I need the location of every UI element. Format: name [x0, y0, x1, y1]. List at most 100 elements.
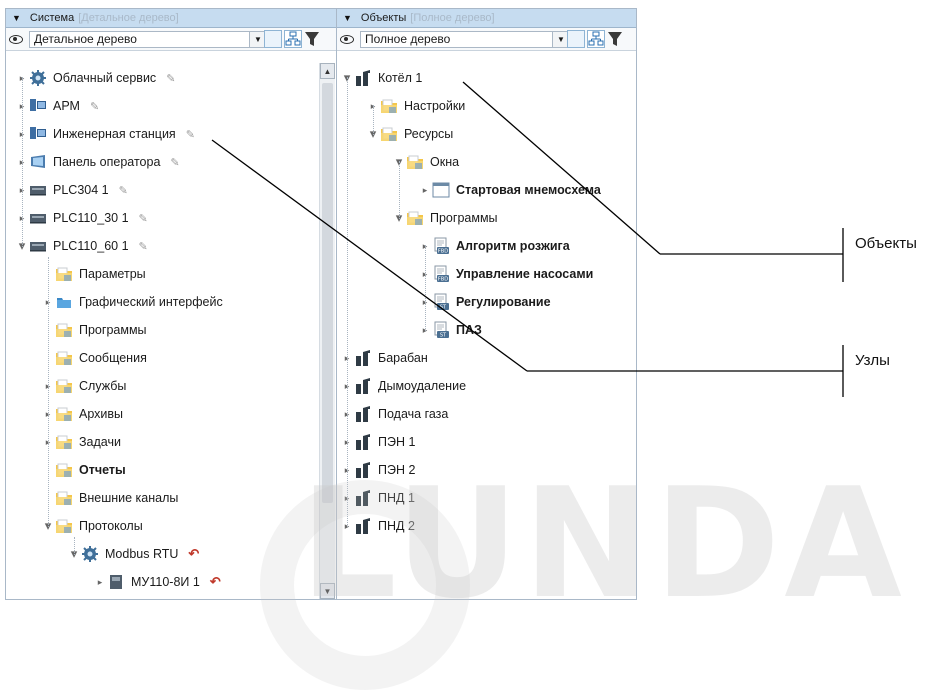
tree-node[interactable]: ▾ Программы	[393, 207, 498, 229]
collapse-triangle-icon[interactable]: ▼	[12, 13, 21, 23]
tree-node-label: Графический интерфейс	[79, 295, 223, 309]
pin-icon[interactable]: ✎	[170, 156, 179, 169]
tree-guide-line	[373, 105, 374, 135]
tree-node[interactable]: Параметры	[42, 263, 146, 285]
hierarchy-view-icon[interactable]	[284, 30, 302, 48]
pin-icon[interactable]: ✎	[186, 128, 195, 141]
tree-node[interactable]: ▾ Ресурсы	[367, 123, 453, 145]
pin-icon[interactable]: ✎	[90, 100, 99, 113]
tree-guide-line	[74, 537, 75, 555]
fbd-program-icon: FBD	[432, 237, 450, 255]
io-module-icon	[107, 573, 125, 591]
operator-panel-icon	[29, 153, 47, 171]
plant-object-icon	[354, 433, 372, 451]
pin-icon[interactable]: ✎	[139, 212, 148, 225]
tree-node[interactable]: ▸ Стартовая мнемосхема	[419, 179, 601, 201]
tree-node-label: Панель оператора	[53, 155, 161, 169]
filter-icon[interactable]	[304, 30, 322, 48]
tree-node[interactable]: ▸ Задачи	[42, 431, 121, 453]
tree-node[interactable]: ▸ FBD Алгоритм розжига	[419, 235, 570, 257]
tree-node[interactable]: ▸ Архивы	[42, 403, 123, 425]
objects-panel-title-bar[interactable]: ▼ Объекты [Полное дерево]	[337, 9, 636, 28]
tree-node-label: Подача газа	[378, 407, 449, 421]
tree-node[interactable]: ▸ МУ110-8И 1 ↶	[94, 571, 221, 593]
st-program-icon: ST	[432, 321, 450, 339]
undo-arrow-icon[interactable]: ↶	[210, 574, 221, 590]
system-panel-toolbar: Детальное дерево ▼	[6, 28, 337, 51]
engineering-station-icon	[29, 125, 47, 143]
tree-node[interactable]: ▾ Котёл 1	[341, 67, 422, 89]
tree-node[interactable]: ▸ Службы	[42, 375, 126, 397]
workstation-icon	[29, 97, 47, 115]
tree-node[interactable]: ▸ Подача газа	[341, 403, 448, 425]
tree-node[interactable]: ▸ Облачный сервис ✎	[16, 67, 175, 89]
nodes-callout-label: Узлы	[855, 352, 890, 369]
system-panel: ▼ Система [Детальное дерево] Детальное д…	[5, 8, 338, 600]
folder-windows-icon	[406, 153, 424, 171]
tree-node[interactable]: ▸ FBD Управление насосами	[419, 263, 593, 285]
tree-node[interactable]: ▸ Дымоудаление	[341, 375, 466, 397]
tree-node-label: Сообщения	[79, 351, 147, 365]
tree-node[interactable]: ▾ Протоколы	[42, 515, 143, 537]
tree-node[interactable]: ▸ ST Регулирование	[419, 291, 551, 313]
tree-node[interactable]: ▸ ST ПАЗ	[419, 319, 482, 341]
eye-icon[interactable]	[9, 34, 23, 44]
tree-node[interactable]: ▾ Modbus RTU ↶	[68, 543, 199, 565]
expand-arrow-icon[interactable]: ▸	[419, 185, 431, 196]
tree-node-label: МУ110-8И 1	[131, 575, 200, 589]
tree-node-label: ПАЗ	[456, 323, 482, 337]
collapse-triangle-icon[interactable]: ▼	[343, 13, 352, 23]
tree-node[interactable]: ▸ Панель оператора ✎	[16, 151, 180, 173]
objects-panel-title-hint: [Полное дерево]	[410, 12, 495, 24]
tree-node[interactable]: ▸ Барабан	[341, 347, 428, 369]
tree-node[interactable]: Внешние каналы	[42, 487, 178, 509]
folder-resources-icon	[380, 125, 398, 143]
tree-node[interactable]: Сообщения	[42, 347, 147, 369]
system-panel-title-hint: [Детальное дерево]	[78, 12, 179, 24]
filter-icon[interactable]	[607, 30, 625, 48]
tree-node-label: Modbus RTU	[105, 547, 179, 561]
folder-graphics-icon	[55, 293, 73, 311]
cloud-service-icon	[29, 69, 47, 87]
tree-node[interactable]: Программы	[42, 319, 147, 341]
system-view-select-value: Детальное дерево	[34, 31, 137, 46]
folder-parameters-icon	[55, 265, 73, 283]
objects-view-select[interactable]: Полное дерево ▼	[360, 30, 570, 48]
hierarchy-view-icon[interactable]	[587, 30, 605, 48]
tree-node[interactable]: ▸ АРМ ✎	[16, 95, 99, 117]
tree-node-label: Дымоудаление	[378, 379, 467, 393]
tree-node[interactable]: ▾ Окна	[393, 151, 459, 173]
tree-node[interactable]: ▸ ПЭН 1	[341, 431, 415, 453]
tree-node-label: Барабан	[378, 351, 428, 365]
tree-guide-line	[22, 77, 23, 247]
tree-node-label: PLC110_30 1	[53, 211, 129, 225]
tree-node-label: Программы	[79, 323, 147, 337]
folder-archives-icon	[55, 405, 73, 423]
folder-settings-icon	[380, 97, 398, 115]
list-view-icon[interactable]	[567, 30, 585, 48]
tree-node[interactable]: ▸ Настройки	[367, 95, 465, 117]
plant-object-icon	[354, 377, 372, 395]
objects-panel-title: Объекты	[360, 12, 407, 24]
tree-node[interactable]: Отчеты	[42, 459, 126, 481]
system-panel-title-bar[interactable]: ▼ Система [Детальное дерево]	[6, 9, 337, 28]
tree-node[interactable]: ▸ Графический интерфейс	[42, 291, 223, 313]
pin-icon[interactable]: ✎	[119, 184, 128, 197]
tree-node-label: Регулирование	[456, 295, 551, 309]
scroll-up-icon[interactable]: ▲	[320, 63, 335, 79]
tree-node[interactable]: ▸ Инженерная станция ✎	[16, 123, 195, 145]
eye-icon[interactable]	[340, 34, 354, 44]
tree-node[interactable]: ▸ PLC110_30 1 ✎	[16, 207, 148, 229]
system-view-select[interactable]: Детальное дерево ▼	[29, 30, 267, 48]
expand-arrow-icon[interactable]: ▸	[94, 577, 106, 588]
folder-programs-icon	[406, 209, 424, 227]
undo-arrow-icon[interactable]: ↶	[188, 546, 199, 562]
tree-guide-line	[48, 257, 49, 527]
tree-node[interactable]: ▾ PLC110_60 1 ✎	[16, 235, 148, 257]
tree-node[interactable]: ▸ PLC304 1 ✎	[16, 179, 128, 201]
pin-icon[interactable]: ✎	[139, 240, 148, 253]
scrollbar-thumb[interactable]	[322, 83, 333, 503]
objects-panel-toolbar: Полное дерево ▼	[337, 28, 636, 51]
list-view-icon[interactable]	[264, 30, 282, 48]
pin-icon[interactable]: ✎	[166, 72, 175, 85]
